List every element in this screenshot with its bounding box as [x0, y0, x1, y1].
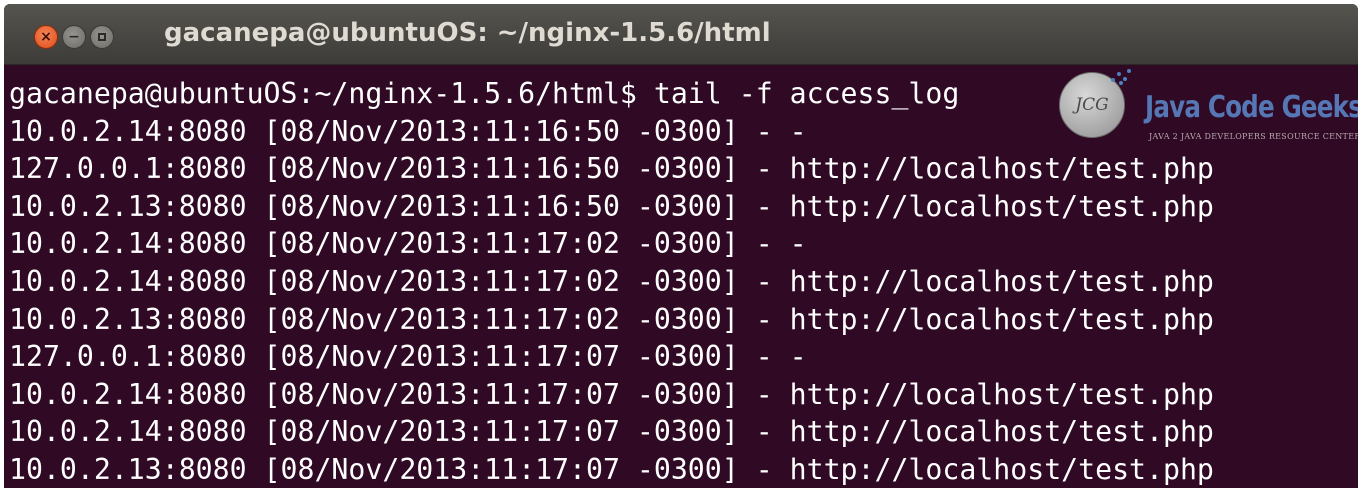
- window-title: gacanepa@ubuntuOS: ~/nginx-1.5.6/html: [164, 18, 771, 48]
- close-icon: ×: [40, 29, 52, 45]
- terminal-line: 10.0.2.14:8080 [08/Nov/2013:11:17:02 -03…: [9, 264, 1214, 298]
- jcg-emblem-text: JCG: [1075, 95, 1109, 115]
- watermark-logo: JCG Java Code Geeks JAVA 2 JAVA DEVELOPE…: [1059, 68, 1358, 150]
- terminal-line: 10.0.2.13:8080 [08/Nov/2013:11:17:02 -03…: [9, 302, 1214, 336]
- title-bar[interactable]: × − gacanepa@ubuntuOS: ~/nginx-1.5.6/htm…: [4, 4, 1358, 65]
- watermark-name: Java Code Geeks: [1145, 90, 1358, 125]
- minimize-icon: −: [68, 29, 80, 45]
- minimize-button[interactable]: −: [62, 25, 86, 49]
- emblem-dots: [1107, 68, 1135, 88]
- terminal-line: 10.0.2.14:8080 [08/Nov/2013:11:17:07 -03…: [9, 415, 1214, 449]
- watermark-tagline: JAVA 2 JAVA DEVELOPERS RESOURCE CENTER: [1149, 132, 1358, 141]
- terminal-line: 10.0.2.13:8080 [08/Nov/2013:11:16:50 -03…: [9, 189, 1214, 223]
- close-button[interactable]: ×: [34, 25, 58, 49]
- maximize-icon: [98, 33, 106, 41]
- terminal-line: 10.0.2.14:8080 [08/Nov/2013:11:17:02 -03…: [9, 227, 807, 261]
- terminal-line: 127.0.0.1:8080 [08/Nov/2013:11:17:07 -03…: [9, 340, 807, 374]
- terminal-line: 127.0.0.1:8080 [08/Nov/2013:11:16:50 -03…: [9, 152, 1214, 186]
- terminal-line: 10.0.2.14:8080 [08/Nov/2013:11:17:07 -03…: [9, 377, 1214, 411]
- terminal-line: 10.0.2.13:8080 [08/Nov/2013:11:17:07 -03…: [9, 452, 1214, 486]
- terminal-window: × − gacanepa@ubuntuOS: ~/nginx-1.5.6/htm…: [4, 4, 1358, 488]
- maximize-button[interactable]: [90, 25, 114, 49]
